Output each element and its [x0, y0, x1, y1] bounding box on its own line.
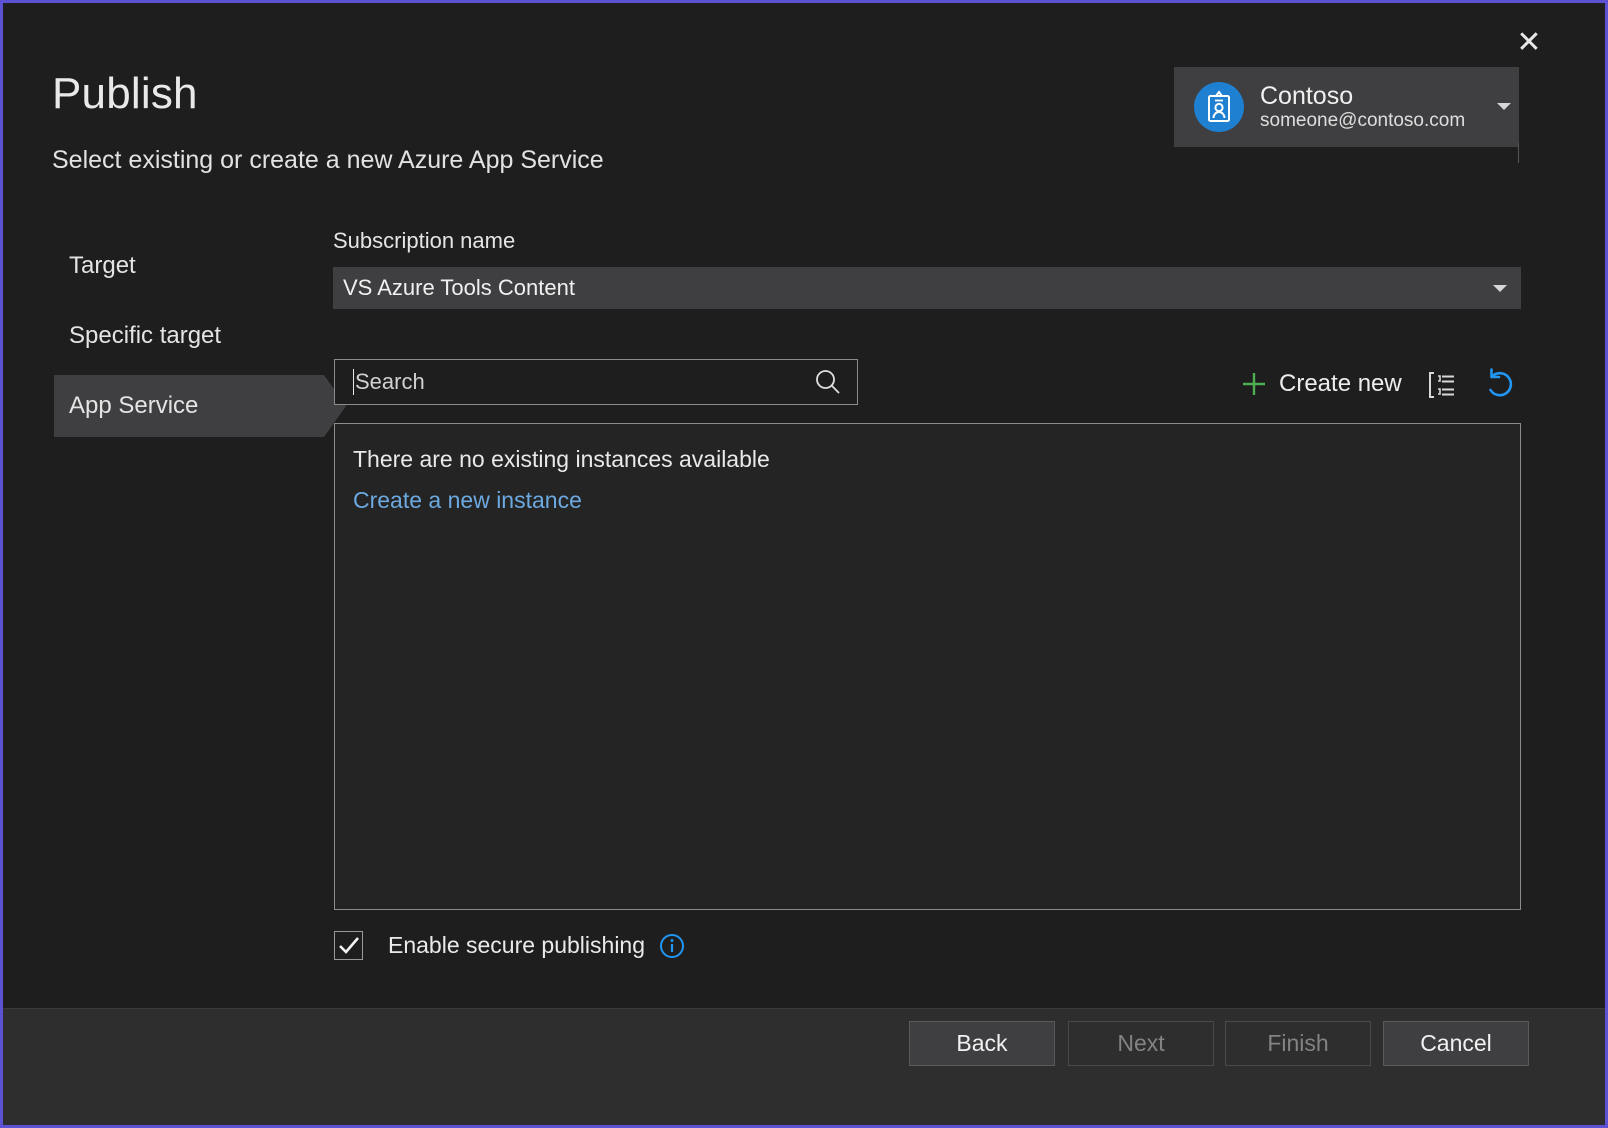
secure-publishing-label: Enable secure publishing — [388, 932, 646, 958]
close-icon: ✕ — [1516, 26, 1542, 59]
instances-list[interactable]: There are no existing instances availabl… — [334, 423, 1521, 910]
back-button[interactable]: Back — [909, 1021, 1055, 1066]
sidebar-item-label: Specific target — [69, 322, 222, 349]
search-icon[interactable] — [811, 365, 845, 399]
close-button[interactable]: ✕ — [1503, 19, 1555, 67]
sidebar-item-target[interactable]: Target — [54, 235, 324, 297]
account-divider — [1518, 143, 1519, 163]
cancel-button[interactable]: Cancel — [1383, 1021, 1529, 1066]
create-new-instance-link[interactable]: Create a new instance — [353, 487, 582, 514]
sidebar-item-app-service[interactable]: App Service — [54, 375, 346, 437]
chevron-down-icon[interactable] — [1497, 103, 1511, 110]
account-text: Contoso someone@contoso.com — [1260, 82, 1465, 131]
enable-secure-publishing-checkbox[interactable] — [334, 931, 363, 960]
search-input[interactable] — [354, 369, 811, 395]
id-badge-icon — [1194, 82, 1244, 132]
subscription-label: Subscription name — [333, 228, 516, 253]
wizard-steps: Target Specific target App Service — [54, 235, 346, 445]
chevron-down-icon — [1493, 284, 1507, 292]
dialog-footer: Back Next Finish Cancel — [3, 1008, 1605, 1125]
finish-button: Finish — [1225, 1021, 1371, 1066]
publish-dialog: ✕ Publish Select existing or create a ne… — [0, 0, 1608, 1128]
subscription-value: VS Azure Tools Content — [343, 275, 575, 300]
account-name: Contoso — [1260, 82, 1354, 111]
refresh-icon[interactable] — [1481, 366, 1519, 404]
account-email: someone@contoso.com — [1260, 110, 1466, 132]
info-circle-icon[interactable] — [659, 933, 685, 959]
sidebar-item-label: Target — [69, 252, 136, 279]
checkmark-icon — [339, 937, 359, 954]
create-new-button[interactable]: Create new — [1241, 370, 1402, 398]
plus-icon — [1243, 373, 1265, 395]
page-subtitle: Select existing or create a new Azure Ap… — [52, 146, 604, 174]
empty-state-message: There are no existing instances availabl… — [353, 446, 770, 472]
subscription-dropdown[interactable]: VS Azure Tools Content — [333, 267, 1521, 309]
page-title: Publish — [52, 69, 198, 118]
account-selector[interactable]: Contoso someone@contoso.com — [1174, 67, 1519, 147]
sidebar-item-specific-target[interactable]: Specific target — [54, 305, 324, 367]
group-by-icon[interactable] — [1427, 371, 1457, 399]
next-button: Next — [1068, 1021, 1214, 1066]
secure-publishing-row: Enable secure publishing — [334, 931, 685, 960]
create-new-label: Create new — [1279, 370, 1402, 397]
search-box[interactable] — [334, 359, 858, 405]
sidebar-item-label: App Service — [69, 392, 199, 419]
